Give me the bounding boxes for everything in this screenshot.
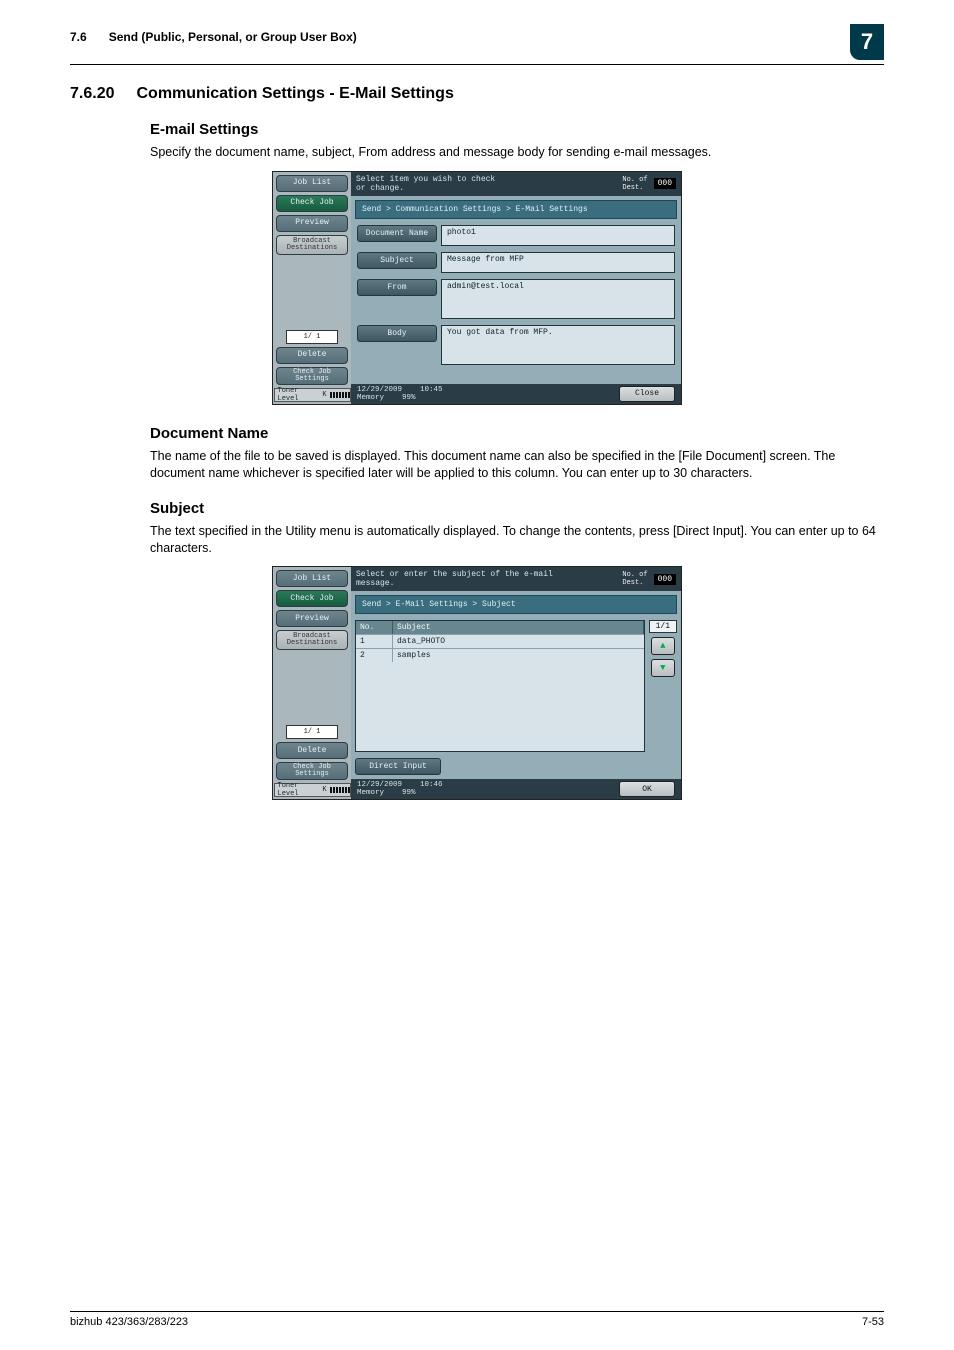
row-no: 2 <box>356 649 393 662</box>
page-footer: bizhub 423/363/283/223 7-53 <box>70 1311 884 1328</box>
subhead-document-name: Document Name <box>150 425 884 442</box>
subject-table: No. Subject 1 data_PHOTO 2 samples <box>355 620 645 752</box>
breadcrumb: Send > E-Mail Settings > Subject <box>355 595 677 614</box>
subhead-email-settings: E-mail Settings <box>150 121 884 138</box>
delete-button[interactable]: Delete <box>276 742 348 759</box>
direct-input-button[interactable]: Direct Input <box>355 758 441 775</box>
table-row[interactable]: 2 samples <box>356 648 644 662</box>
status-date: 12/29/2009 <box>357 386 402 394</box>
check-job-settings-button[interactable]: Check Job Settings <box>276 367 348 385</box>
para-email-settings: Specify the document name, subject, From… <box>150 144 884 161</box>
instruction-text: Select item you wish to check or change. <box>356 175 495 193</box>
row-subject: samples <box>393 649 644 662</box>
section-heading: 7.6.20 Communication Settings - E-Mail S… <box>70 85 884 103</box>
subject-button[interactable]: Subject <box>357 252 437 269</box>
check-job-button[interactable]: Check Job <box>276 590 348 607</box>
status-memory-label: Memory <box>357 789 384 797</box>
header-section-no: 7.6 <box>70 30 87 44</box>
col-no: No. <box>356 621 393 634</box>
screenshot-email-settings: Job List Check Job Preview Broadcast Des… <box>272 171 682 405</box>
header-section-title: Send (Public, Personal, or Group User Bo… <box>109 30 357 44</box>
footer-page: 7-53 <box>862 1316 884 1328</box>
chapter-tab: 7 <box>850 24 884 60</box>
preview-button[interactable]: Preview <box>276 610 348 627</box>
close-button[interactable]: Close <box>619 386 675 402</box>
dest-count-value: 000 <box>654 178 676 189</box>
toner-label: Toner Level <box>278 782 320 798</box>
scroll-up-button[interactable]: ▲ <box>651 637 675 655</box>
toner-level: Toner Level K <box>274 783 351 797</box>
broadcast-destinations-button[interactable]: Broadcast Destinations <box>276 630 348 650</box>
from-button[interactable]: From <box>357 279 437 296</box>
status-memory-label: Memory <box>357 394 384 402</box>
section-title: Communication Settings - E-Mail Settings <box>136 85 453 103</box>
scroll-down-button[interactable]: ▼ <box>651 659 675 677</box>
job-list-button[interactable]: Job List <box>276 175 348 192</box>
broadcast-destinations-button[interactable]: Broadcast Destinations <box>276 235 348 255</box>
check-job-button[interactable]: Check Job <box>276 195 348 212</box>
dest-count-label: No. of Dest. <box>622 176 647 192</box>
body-button[interactable]: Body <box>357 325 437 342</box>
para-document-name: The name of the file to be saved is disp… <box>150 448 884 482</box>
delete-button[interactable]: Delete <box>276 347 348 364</box>
document-name-value: photo1 <box>441 225 675 246</box>
toner-label: Toner Level <box>278 387 320 403</box>
status-time: 10:46 <box>420 781 443 789</box>
table-row[interactable]: 1 data_PHOTO <box>356 634 644 648</box>
table-page-indicator: 1/1 <box>649 620 677 633</box>
running-header: 7.6 Send (Public, Personal, or Group Use… <box>70 30 884 65</box>
status-date: 12/29/2009 <box>357 781 402 789</box>
body-value: You got data from MFP. <box>441 325 675 365</box>
destinations-pager: 1/ 1 <box>286 725 338 739</box>
breadcrumb: Send > Communication Settings > E-Mail S… <box>355 200 677 219</box>
row-no: 1 <box>356 635 393 648</box>
row-subject: data_PHOTO <box>393 635 644 648</box>
subject-value: Message from MFP <box>441 252 675 273</box>
status-time: 10:45 <box>420 386 443 394</box>
subhead-subject: Subject <box>150 500 884 517</box>
para-subject: The text specified in the Utility menu i… <box>150 523 884 557</box>
ok-button[interactable]: OK <box>619 781 675 797</box>
section-number: 7.6.20 <box>70 85 114 103</box>
col-subject: Subject <box>393 621 644 634</box>
job-list-button[interactable]: Job List <box>276 570 348 587</box>
footer-model: bizhub 423/363/283/223 <box>70 1316 188 1328</box>
from-value: admin@test.local <box>441 279 675 319</box>
preview-button[interactable]: Preview <box>276 215 348 232</box>
toner-level: Toner Level K <box>274 388 351 402</box>
check-job-settings-button[interactable]: Check Job Settings <box>276 762 348 780</box>
status-memory-value: 99% <box>402 394 416 402</box>
dest-count-value: 000 <box>654 574 676 585</box>
destinations-pager: 1/ 1 <box>286 330 338 344</box>
document-name-button[interactable]: Document Name <box>357 225 437 242</box>
dest-count-label: No. of Dest. <box>622 571 647 587</box>
status-memory-value: 99% <box>402 789 416 797</box>
screenshot-subject: Job List Check Job Preview Broadcast Des… <box>272 566 682 800</box>
instruction-text: Select or enter the subject of the e-mai… <box>356 570 553 588</box>
